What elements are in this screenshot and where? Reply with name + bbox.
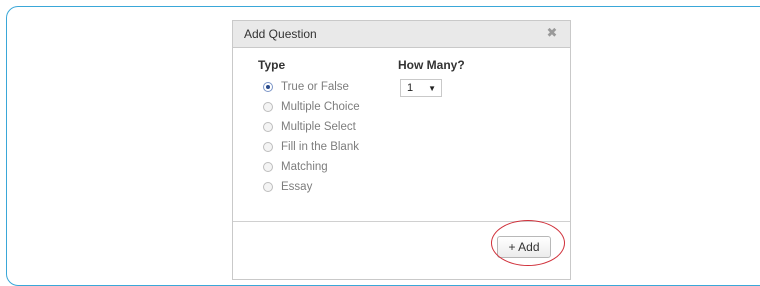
radio-label: True or False: [281, 81, 349, 93]
radio-button[interactable]: [263, 182, 273, 192]
radio-button[interactable]: [263, 162, 273, 172]
radio-fill-in-the-blank[interactable]: Fill in the Blank: [263, 137, 360, 157]
type-label: Type: [258, 58, 286, 72]
radio-button[interactable]: [263, 142, 273, 152]
how-many-value: 1: [407, 82, 414, 94]
radio-button[interactable]: [263, 122, 273, 132]
radio-true-or-false[interactable]: True or False: [263, 77, 360, 97]
radio-matching[interactable]: Matching: [263, 157, 360, 177]
radio-essay[interactable]: Essay: [263, 177, 360, 197]
radio-label: Essay: [281, 181, 313, 193]
close-icon[interactable]: ✖: [544, 26, 560, 42]
dialog-titlebar: Add Question ✖: [233, 21, 570, 48]
radio-multiple-choice[interactable]: Multiple Choice: [263, 97, 360, 117]
question-type-list: True or False Multiple Choice Multiple S…: [263, 77, 360, 197]
radio-label: Fill in the Blank: [281, 141, 359, 153]
radio-button[interactable]: [263, 102, 273, 112]
radio-label: Multiple Select: [281, 121, 356, 133]
radio-multiple-select[interactable]: Multiple Select: [263, 117, 360, 137]
highlight-ring: [491, 220, 565, 266]
radio-button[interactable]: [263, 82, 273, 92]
radio-label: Matching: [281, 161, 328, 173]
dialog-title: Add Question: [244, 27, 317, 41]
radio-label: Multiple Choice: [281, 101, 360, 113]
how-many-select[interactable]: 1 ▼: [400, 79, 442, 97]
how-many-label: How Many?: [398, 58, 465, 72]
chevron-down-icon: ▼: [428, 83, 436, 93]
